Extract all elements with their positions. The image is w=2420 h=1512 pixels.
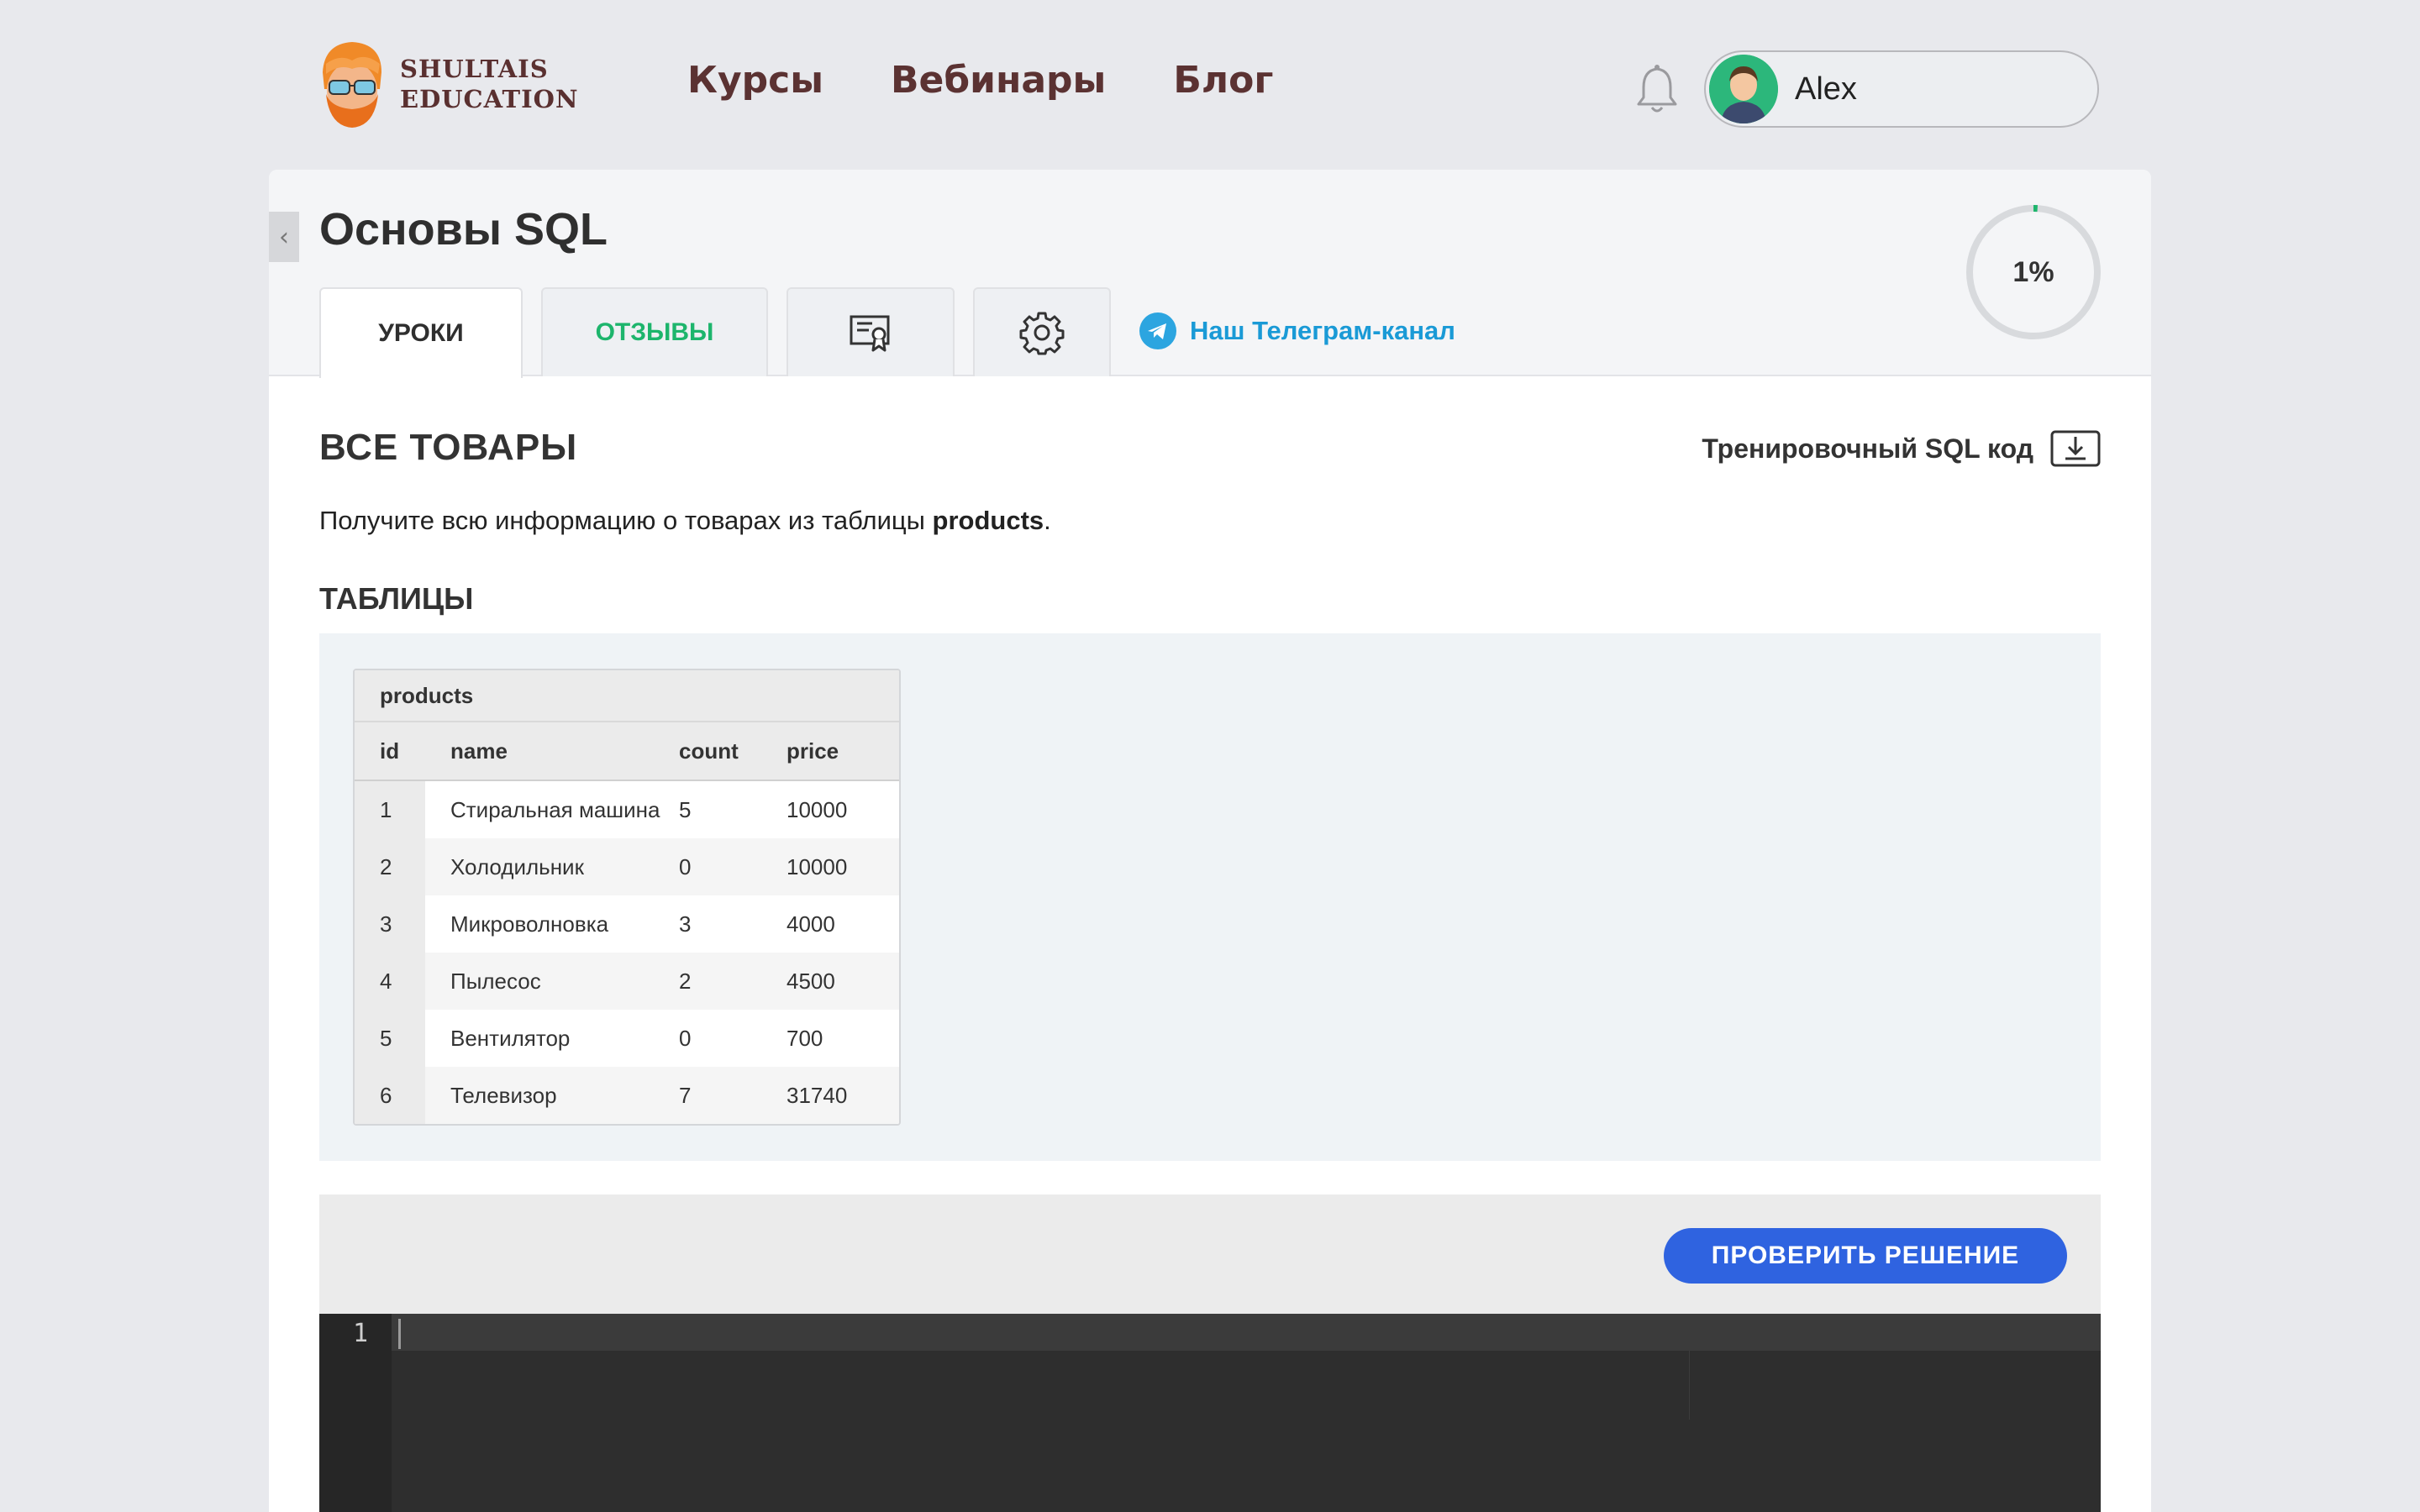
check-solution-button[interactable]: ПРОВЕРИТЬ РЕШЕНИЕ xyxy=(1664,1228,2067,1284)
nav-blog[interactable]: Блог xyxy=(1173,59,1273,102)
table-row: 6 Телевизор 7 31740 xyxy=(355,1067,899,1124)
cell-name: Пылесос xyxy=(450,968,541,994)
column-header-id: id xyxy=(380,738,400,764)
course-header: ‹ Основы SQL УРОКИ ОТЗЫВЫ Наш Телеграм-к… xyxy=(269,170,2151,378)
table-row: 5 Вентилятор 0 700 xyxy=(355,1010,899,1067)
cell-count: 2 xyxy=(679,968,692,994)
course-card: ‹ Основы SQL УРОКИ ОТЗЫВЫ Наш Телеграм-к… xyxy=(269,170,2151,1512)
table-row: 2 Холодильник 0 10000 xyxy=(355,838,899,895)
cell-id: 4 xyxy=(355,953,425,1010)
cell-price: 10000 xyxy=(786,796,848,822)
tab-settings[interactable] xyxy=(973,287,1111,376)
column-header-price: price xyxy=(786,738,839,764)
cell-id: 6 xyxy=(355,1067,425,1124)
certificate-icon xyxy=(850,315,890,352)
top-header: SHULTAIS EDUCATION Курсы Вебинары Блог A… xyxy=(0,0,2420,168)
cell-name: Телевизор xyxy=(450,1082,557,1108)
user-name: Alex xyxy=(1795,71,1857,107)
course-title: Основы SQL xyxy=(319,204,608,255)
tab-reviews[interactable]: ОТЗЫВЫ xyxy=(541,287,768,376)
column-header-count: count xyxy=(679,738,739,764)
logo[interactable]: SHULTAIS EDUCATION xyxy=(314,39,578,129)
cell-name: Стиральная машина xyxy=(450,796,660,822)
table-row: 4 Пылесос 2 4500 xyxy=(355,953,899,1010)
cell-count: 0 xyxy=(679,1025,692,1051)
task-text: Получите всю информацию о товарах из таб… xyxy=(319,506,933,535)
bell-icon[interactable] xyxy=(1634,64,1681,114)
avatar xyxy=(1709,55,1778,123)
table-name: products xyxy=(355,670,899,722)
tab-lessons[interactable]: УРОКИ xyxy=(319,287,523,378)
telegram-icon xyxy=(1139,312,1176,349)
sql-editor[interactable]: 1 xyxy=(319,1314,2101,1512)
download-icon xyxy=(2050,430,2101,467)
cell-price: 4500 xyxy=(786,968,835,994)
cell-name: Микроволновка xyxy=(450,911,609,937)
back-button[interactable]: ‹ xyxy=(269,212,299,262)
active-line-highlight xyxy=(319,1314,2101,1351)
text-cursor xyxy=(398,1319,401,1349)
user-avatar-icon xyxy=(1709,55,1778,123)
training-sql-link[interactable]: Тренировочный SQL код xyxy=(1702,430,2101,467)
telegram-label: Наш Телеграм-канал xyxy=(1190,316,1455,345)
course-tabs: УРОКИ ОТЗЫВЫ xyxy=(319,287,1111,378)
table-row: 3 Микроволновка 3 4000 xyxy=(355,895,899,953)
cell-count: 0 xyxy=(679,853,692,879)
cell-id: 2 xyxy=(355,838,425,895)
logo-mascot-icon xyxy=(323,42,381,128)
training-sql-label: Тренировочный SQL код xyxy=(1702,433,2033,464)
cell-id: 1 xyxy=(355,781,425,838)
table-body: 1 Стиральная машина 5 10000 2 Холодильни… xyxy=(355,781,899,1124)
cell-count: 5 xyxy=(679,796,692,822)
tables-panel: products id name count price 1 Стиральна… xyxy=(319,633,2101,1161)
print-margin xyxy=(1689,1351,1690,1420)
cell-id: 5 xyxy=(355,1010,425,1067)
cell-name: Холодильник xyxy=(450,853,584,879)
products-table: products id name count price 1 Стиральна… xyxy=(353,669,901,1126)
telegram-link[interactable]: Наш Телеграм-канал xyxy=(1139,312,1455,349)
editor-toolbar: ПРОВЕРИТЬ РЕШЕНИЕ xyxy=(319,1194,2101,1314)
progress-label: 1% xyxy=(2012,255,2054,288)
progress-ring: 1% xyxy=(1965,203,2102,341)
tables-heading: ТАБЛИЦЫ xyxy=(319,581,474,616)
tab-certificate[interactable] xyxy=(786,287,955,376)
cell-name: Вентилятор xyxy=(450,1025,571,1051)
task-description: Получите всю информацию о товарах из таб… xyxy=(319,506,1051,536)
logo-text-line2: EDUCATION xyxy=(400,85,579,113)
cell-id: 3 xyxy=(355,895,425,953)
cell-price: 700 xyxy=(786,1025,823,1051)
gear-icon xyxy=(1019,312,1065,355)
cell-price: 4000 xyxy=(786,911,835,937)
cell-price: 10000 xyxy=(786,853,848,879)
nav-webinars[interactable]: Вебинары xyxy=(891,59,1106,102)
column-header-name: name xyxy=(450,738,508,764)
logo-text-line1: SHULTAIS xyxy=(400,55,549,83)
line-number: 1 xyxy=(353,1319,369,1348)
cell-count: 3 xyxy=(679,911,692,937)
table-header: id name count price xyxy=(355,722,899,781)
chevron-left-icon: ‹ xyxy=(279,222,289,252)
nav-courses[interactable]: Курсы xyxy=(687,59,823,102)
lesson-title: ВСЕ ТОВАРЫ xyxy=(319,427,578,468)
table-row: 1 Стиральная машина 5 10000 xyxy=(355,781,899,838)
cell-price: 31740 xyxy=(786,1082,848,1108)
main-nav: Курсы Вебинары Блог xyxy=(687,59,1273,102)
cell-count: 7 xyxy=(679,1082,692,1108)
user-menu[interactable]: Alex xyxy=(1704,50,2099,128)
task-suffix: . xyxy=(1044,506,1051,535)
task-table-name: products xyxy=(932,506,1044,535)
